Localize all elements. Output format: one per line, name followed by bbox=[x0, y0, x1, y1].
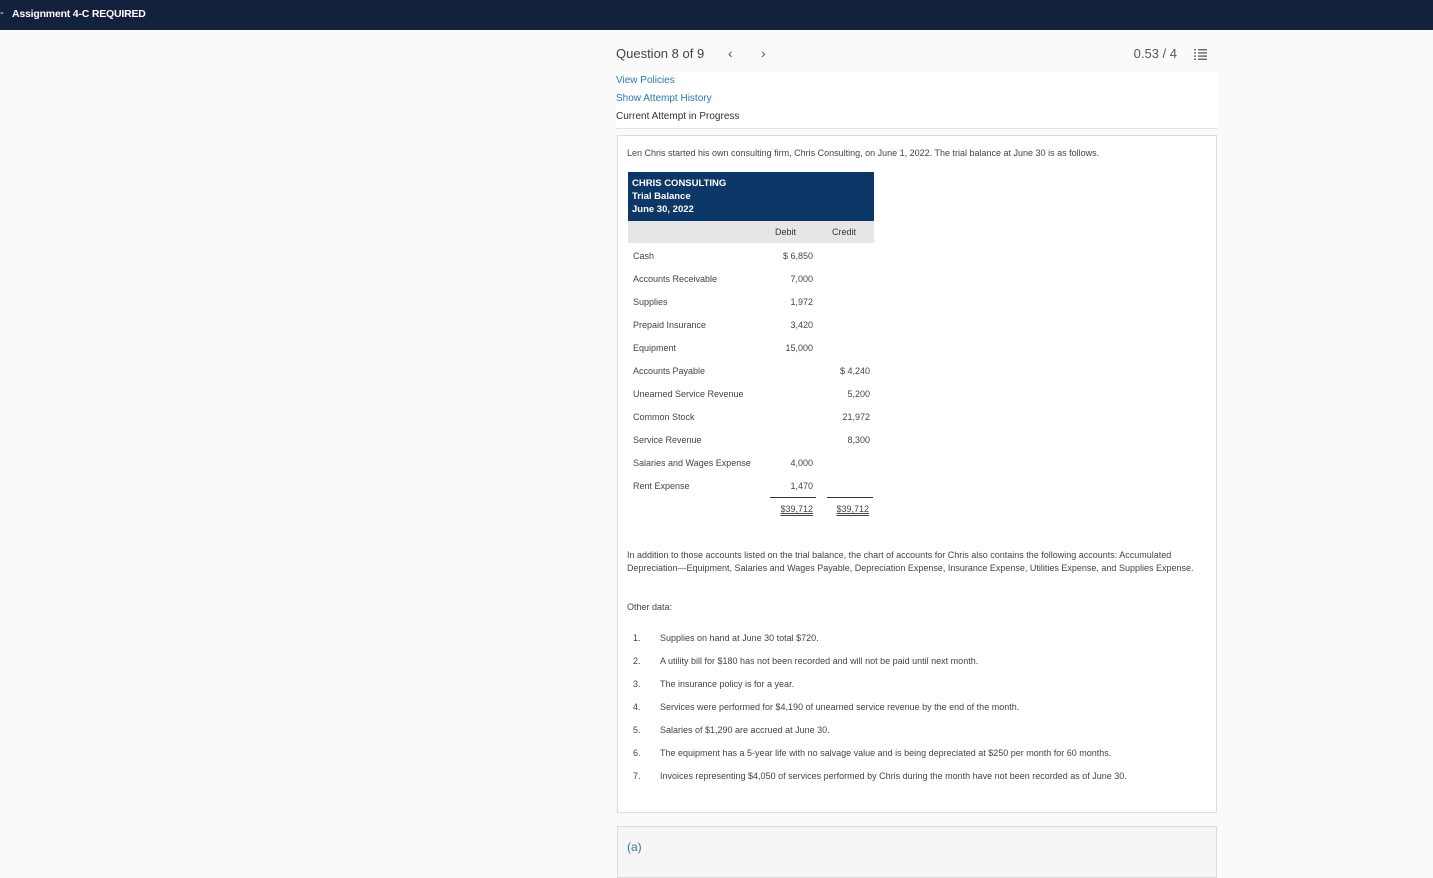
previous-question-button[interactable]: ‹ bbox=[728, 45, 733, 61]
item-text: The equipment has a 5-year life with no … bbox=[660, 748, 1112, 758]
list-item: 7. Invoices representing $4,050 of servi… bbox=[627, 771, 1207, 794]
debit-value: 7,000 bbox=[790, 274, 813, 284]
table-row: Service Revenue 8,300 bbox=[628, 428, 874, 451]
credit-value: 5,200 bbox=[847, 389, 870, 399]
view-policies-link[interactable]: View Policies bbox=[616, 75, 675, 86]
question-panel: Len Chris started his own consulting fir… bbox=[617, 135, 1217, 813]
item-number: 3. bbox=[633, 679, 641, 689]
table-row: Salaries and Wages Expense 4,000 bbox=[628, 451, 874, 474]
item-number: 6. bbox=[633, 748, 641, 758]
other-data-list: 1. Supplies on hand at June 30 total $72… bbox=[627, 633, 1207, 794]
item-text: A utility bill for $180 has not been rec… bbox=[660, 656, 979, 666]
show-attempt-history-link[interactable]: Show Attempt History bbox=[616, 93, 712, 104]
problem-intro: Len Chris started his own consulting fir… bbox=[627, 148, 1100, 158]
account-name: Common Stock bbox=[633, 412, 695, 422]
attempt-links: View Policies Show Attempt History Curre… bbox=[616, 72, 1217, 129]
item-text: Invoices representing $4,050 of services… bbox=[660, 771, 1127, 781]
menu-dash[interactable]: - bbox=[0, 7, 4, 19]
credit-column-header: Credit bbox=[832, 227, 857, 237]
attempt-status: Current Attempt in Progress bbox=[616, 111, 740, 122]
item-number: 1. bbox=[633, 633, 641, 643]
item-text: Salaries of $1,290 are accrued at June 3… bbox=[660, 725, 830, 735]
score-display: 0.53 / 4 bbox=[1133, 46, 1177, 61]
debit-total-rule bbox=[770, 497, 816, 498]
debit-column-header: Debit bbox=[775, 227, 797, 237]
part-a-panel: (a) bbox=[617, 826, 1217, 878]
total-credit: $39,712 bbox=[836, 504, 869, 514]
question-navigation: Question 8 of 9 ‹ › 0.53 / 4 bbox=[616, 45, 1217, 62]
account-name: Supplies bbox=[633, 297, 668, 307]
table-row: Prepaid Insurance 3,420 bbox=[628, 313, 874, 336]
table-row: Accounts Receivable 7,000 bbox=[628, 267, 874, 290]
statement-name: Trial Balance bbox=[632, 191, 691, 202]
list-item: 1. Supplies on hand at June 30 total $72… bbox=[627, 633, 1207, 656]
account-name: Service Revenue bbox=[633, 435, 702, 445]
account-name: Accounts Payable bbox=[633, 366, 706, 376]
statement-date: June 30, 2022 bbox=[632, 204, 694, 215]
list-item: 2. A utility bill for $180 has not been … bbox=[627, 656, 1207, 679]
additional-accounts-text: In addition to those accounts listed on … bbox=[627, 550, 1194, 573]
credit-value: $ 4,240 bbox=[839, 366, 870, 376]
trial-balance-header: CHRIS CONSULTING Trial Balance June 30, … bbox=[628, 172, 874, 221]
list-item: 4. Services were performed for $4,190 of… bbox=[627, 702, 1207, 725]
account-name: Cash bbox=[633, 251, 655, 261]
debit-value: $ 6,850 bbox=[782, 251, 813, 261]
credit-value: 21,972 bbox=[842, 412, 870, 422]
table-row: Equipment 15,000 bbox=[628, 336, 874, 359]
list-item: 6. The equipment has a 5-year life with … bbox=[627, 748, 1207, 771]
table-row: Unearned Service Revenue 5,200 bbox=[628, 382, 874, 405]
item-text: The insurance policy is for a year. bbox=[660, 679, 795, 689]
debit-value: 4,000 bbox=[790, 458, 813, 468]
credit-value: 8,300 bbox=[847, 435, 870, 445]
list-item: 5. Salaries of $1,290 are accrued at Jun… bbox=[627, 725, 1207, 748]
table-row: Cash $ 6,850 bbox=[628, 244, 874, 267]
assignment-title: Assignment 4-C REQUIRED bbox=[12, 8, 146, 20]
debit-value: 1,972 bbox=[790, 297, 813, 307]
table-row: Accounts Payable $ 4,240 bbox=[628, 359, 874, 382]
next-question-button[interactable]: › bbox=[761, 45, 766, 61]
account-name: Rent Expense bbox=[633, 481, 690, 491]
item-text: Supplies on hand at June 30 total $720. bbox=[660, 633, 819, 643]
question-counter: Question 8 of 9 bbox=[616, 46, 705, 61]
account-name: Accounts Receivable bbox=[633, 274, 718, 284]
other-data-label: Other data: bbox=[627, 602, 673, 612]
table-row: Supplies 1,972 bbox=[628, 290, 874, 313]
question-list-icon[interactable] bbox=[1194, 49, 1207, 60]
item-text: Services were performed for $4,190 of un… bbox=[660, 702, 1020, 712]
table-row: Common Stock 21,972 bbox=[628, 405, 874, 428]
debit-value: 3,420 bbox=[790, 320, 813, 330]
trial-balance-totals: $39,712 $39,712 bbox=[628, 497, 874, 519]
credit-total-rule bbox=[827, 497, 873, 498]
item-number: 5. bbox=[633, 725, 641, 735]
account-name: Salaries and Wages Expense bbox=[633, 458, 751, 468]
item-number: 4. bbox=[633, 702, 641, 712]
top-bar: - Assignment 4-C REQUIRED bbox=[0, 0, 1433, 30]
account-name: Unearned Service Revenue bbox=[633, 389, 744, 399]
company-name: CHRIS CONSULTING bbox=[632, 178, 727, 189]
part-a-label: (a) bbox=[627, 840, 642, 854]
list-item: 3. The insurance policy is for a year. bbox=[627, 679, 1207, 702]
account-name: Equipment bbox=[633, 343, 677, 353]
item-number: 2. bbox=[633, 656, 641, 666]
total-debit: $39,712 bbox=[780, 504, 813, 514]
table-row: Rent Expense 1,470 bbox=[628, 474, 874, 497]
item-number: 7. bbox=[633, 771, 641, 781]
trial-balance-column-headers: Debit Credit bbox=[628, 221, 874, 243]
debit-value: 15,000 bbox=[785, 343, 813, 353]
account-name: Prepaid Insurance bbox=[633, 320, 707, 330]
trial-balance-rows: Cash $ 6,850 Accounts Receivable 7,000 S… bbox=[628, 244, 874, 497]
debit-value: 1,470 bbox=[790, 481, 813, 491]
